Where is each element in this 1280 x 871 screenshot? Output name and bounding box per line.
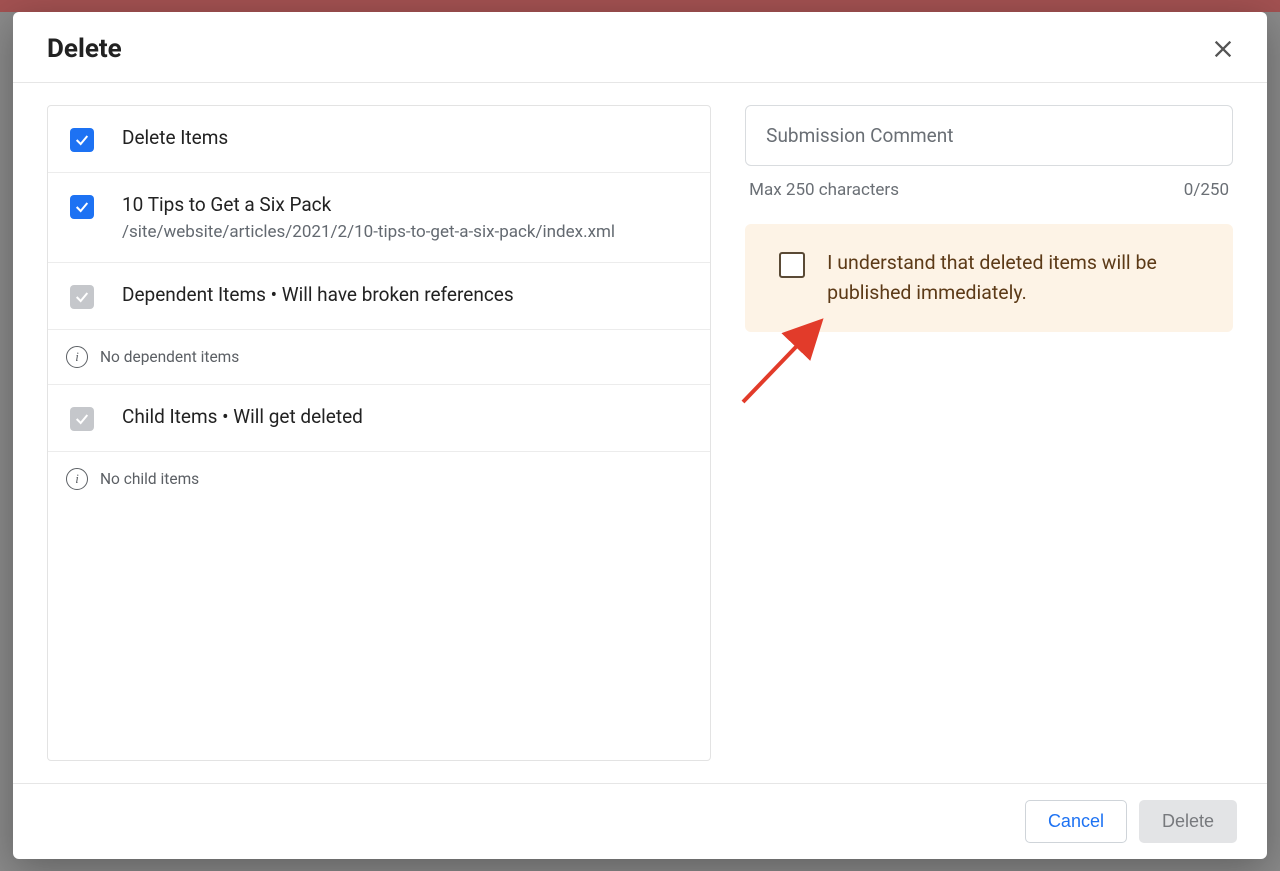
comment-panel: Submission Comment Max 250 characters 0/… <box>745 105 1233 761</box>
delete-button[interactable]: Delete <box>1139 800 1237 843</box>
check-icon <box>74 132 90 148</box>
item-row: 10 Tips to Get a Six Pack /site/website/… <box>48 173 710 263</box>
child-items-label: Child Items • Will get deleted <box>122 405 363 428</box>
child-items-header: Child Items • Will get deleted <box>48 385 710 452</box>
acknowledge-box: I understand that deleted items will be … <box>745 224 1233 332</box>
dependent-empty-text: No dependent items <box>100 348 239 366</box>
dialog-footer: Cancel Delete <box>13 783 1267 859</box>
close-icon <box>1212 38 1234 60</box>
dependent-items-label: Dependent Items • Will have broken refer… <box>122 283 514 306</box>
item-path: /site/website/articles/2021/2/10-tips-to… <box>122 222 615 242</box>
delete-dialog: Delete Delete Items 10 Tips to Get a Six… <box>13 12 1267 859</box>
item-title: 10 Tips to Get a Six Pack <box>122 193 615 216</box>
char-counter-row: Max 250 characters 0/250 <box>745 180 1233 200</box>
dialog-title: Delete <box>47 34 122 64</box>
check-icon <box>74 411 90 427</box>
delete-items-checkbox[interactable] <box>70 128 94 152</box>
submission-comment-input[interactable]: Submission Comment <box>745 105 1233 166</box>
delete-items-row: Delete Items <box>48 106 710 173</box>
item-text-block: 10 Tips to Get a Six Pack /site/website/… <box>122 193 615 242</box>
acknowledge-checkbox[interactable] <box>779 252 805 278</box>
check-icon <box>74 289 90 305</box>
items-panel: Delete Items 10 Tips to Get a Six Pack /… <box>47 105 711 761</box>
info-icon: i <box>66 468 88 490</box>
child-empty-row: i No child items <box>48 452 710 506</box>
acknowledge-text: I understand that deleted items will be … <box>827 248 1207 308</box>
dependent-items-header: Dependent Items • Will have broken refer… <box>48 263 710 330</box>
close-button[interactable] <box>1209 35 1237 63</box>
dialog-body: Delete Items 10 Tips to Get a Six Pack /… <box>13 83 1267 783</box>
dependent-items-checkbox <box>70 285 94 309</box>
child-empty-text: No child items <box>100 470 199 488</box>
dialog-header: Delete <box>13 12 1267 83</box>
child-items-checkbox <box>70 407 94 431</box>
delete-items-label: Delete Items <box>122 126 228 149</box>
char-hint: Max 250 characters <box>749 180 899 200</box>
item-checkbox[interactable] <box>70 195 94 219</box>
check-icon <box>74 199 90 215</box>
comment-placeholder: Submission Comment <box>766 124 953 147</box>
cancel-button[interactable]: Cancel <box>1025 800 1127 843</box>
info-icon: i <box>66 346 88 368</box>
dependent-empty-row: i No dependent items <box>48 330 710 385</box>
char-count: 0/250 <box>1184 180 1229 200</box>
